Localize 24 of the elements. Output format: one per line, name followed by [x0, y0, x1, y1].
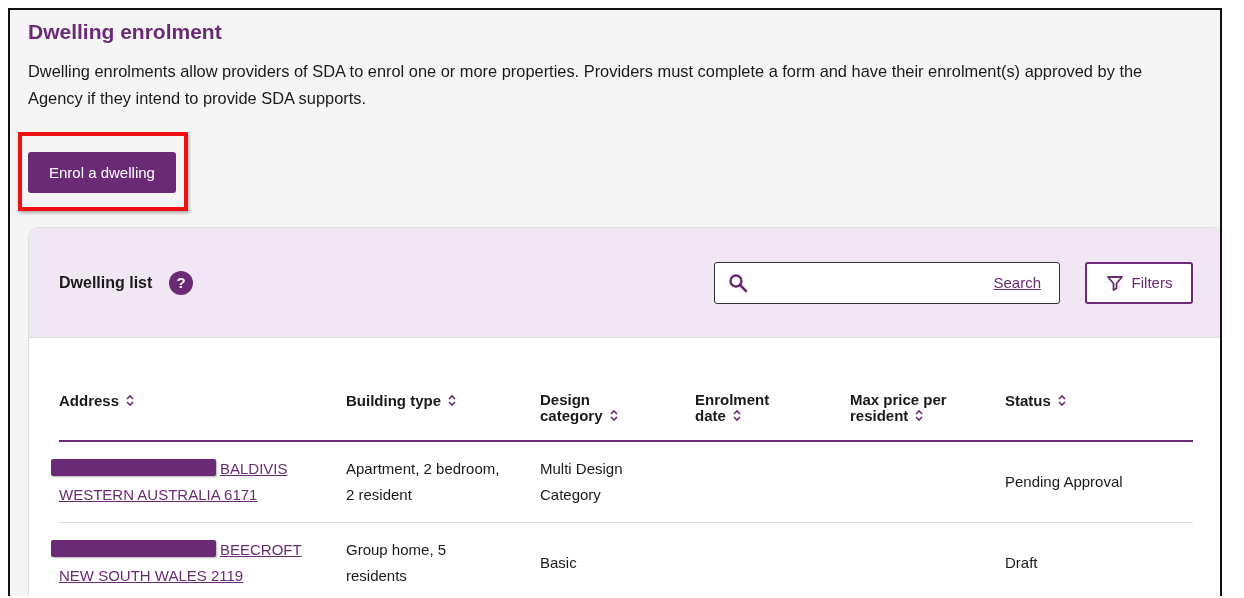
table-cell: Group home, 5 residents — [346, 541, 447, 584]
address-link[interactable]: BEECROFT NEW SOUTH WALES 2119 — [59, 537, 316, 589]
filter-icon — [1105, 273, 1124, 292]
search-link[interactable]: Search — [993, 274, 1041, 291]
column-header[interactable]: Max price per resident — [850, 392, 969, 424]
search-icon — [728, 272, 748, 293]
table-cell: Apartment, 2 bedroom, 2 resident — [346, 460, 500, 503]
intro-paragraph: Dwelling enrolments allow providers of SDA to enrol one or more properties. Providers must complete a form and have their enrolment(s) approved by the Agency if they intend to provide SDA supports. — [28, 61, 1144, 109]
column-header[interactable]: Status — [1005, 393, 1076, 409]
table-cell: Multi Design Category — [540, 460, 623, 503]
dwelling-list-title: Dwelling list — [59, 273, 153, 292]
enrol-dwelling-button[interactable]: Enrol a dwelling — [28, 152, 176, 193]
table-cell: Basic — [540, 554, 577, 571]
column-header[interactable]: Building type — [346, 393, 466, 409]
help-icon[interactable]: ? — [169, 270, 194, 295]
table-cell: Draft — [1005, 554, 1038, 571]
filters-button[interactable]: Filters — [1085, 261, 1193, 304]
table-cell: Pending Approval — [1005, 473, 1123, 490]
column-header[interactable]: Address — [59, 393, 145, 409]
search-field[interactable]: Search — [714, 261, 1060, 304]
page-title: Dwelling enrolment — [28, 20, 223, 44]
column-header[interactable]: Enrolment date — [695, 392, 814, 424]
address-link[interactable]: BALDIVIS WESTERN AUSTRALIA 6171 — [59, 456, 316, 508]
column-header[interactable]: Design category — [540, 392, 659, 424]
